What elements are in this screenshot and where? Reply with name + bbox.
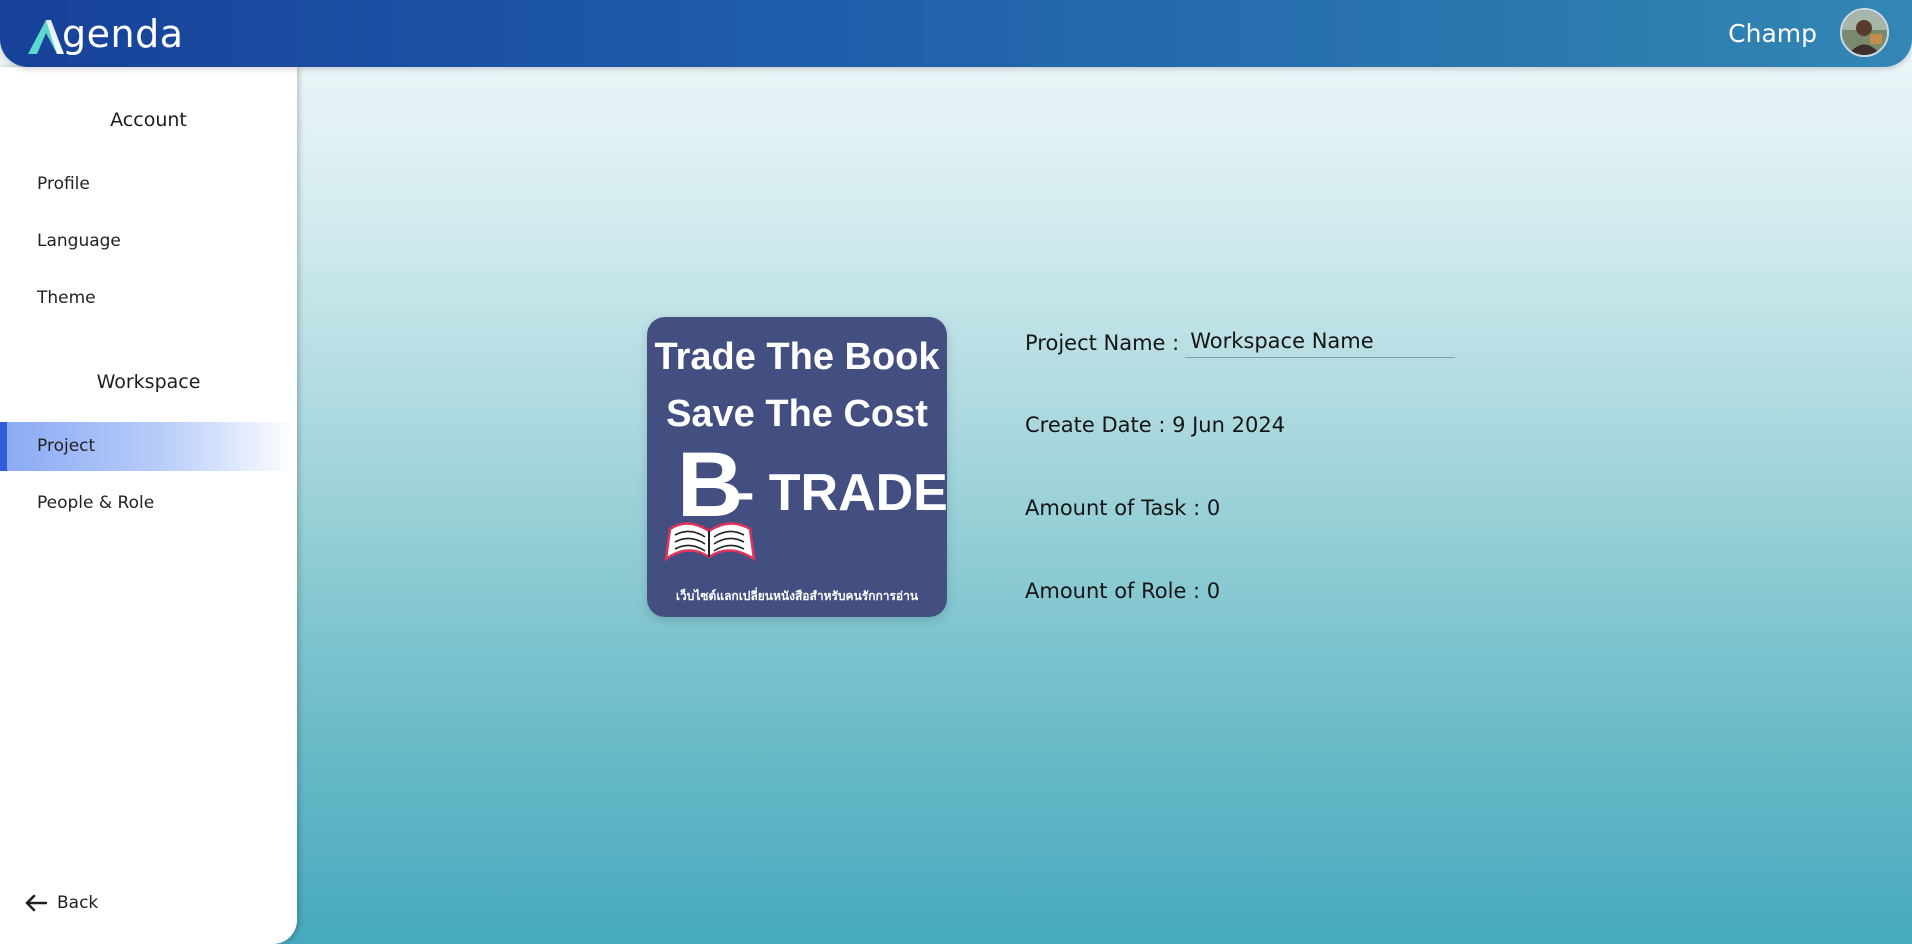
sidebar-item-theme[interactable]: Theme <box>0 274 297 323</box>
project-cover-image[interactable]: Trade The Book Save The Cost B - TRADE เ… <box>647 317 947 617</box>
app-name: genda <box>62 12 184 56</box>
sidebar-item-project[interactable]: Project <box>0 422 297 471</box>
section-title-account: Account <box>110 109 187 131</box>
cover-line-1: Trade The Book <box>654 336 940 378</box>
create-date: Create Date : 9 Jun 2024 <box>1025 413 1286 437</box>
sidebar-item-language[interactable]: Language <box>0 217 297 266</box>
sidebar-item-label: People & Role <box>37 493 155 513</box>
sidebar-item-label: Theme <box>37 288 96 308</box>
back-label: Back <box>57 893 99 913</box>
project-name-input[interactable] <box>1185 326 1456 358</box>
back-button[interactable]: Back <box>25 885 98 921</box>
project-name-label: Project Name : <box>1025 331 1180 355</box>
sidebar-item-profile[interactable]: Profile <box>0 160 297 209</box>
top-app-bar: genda Champ <box>0 0 1912 67</box>
arrow-left-icon <box>25 894 47 912</box>
sidebar-item-people-role[interactable]: People & Role <box>0 479 297 528</box>
user-name[interactable]: Champ <box>1728 18 1817 50</box>
sidebar-item-label: Project <box>37 436 96 456</box>
avatar[interactable] <box>1840 8 1889 57</box>
sidebar-item-label: Profile <box>37 174 90 194</box>
project-name-row: Project Name : <box>1025 326 1456 358</box>
sidebar-item-label: Language <box>37 231 121 251</box>
logo-mark-icon <box>28 20 64 54</box>
app-logo[interactable]: genda <box>26 8 184 56</box>
cover-tagline: เว็บไซต์แลกเปลี่ยนหนังสือสำหรับคนรักการอ… <box>675 589 919 603</box>
settings-sidebar: Account Profile Language Theme Workspace… <box>0 67 297 944</box>
task-count: Amount of Task : 0 <box>1025 496 1221 520</box>
cover-brand-text: - TRADE <box>737 464 947 522</box>
role-count: Amount of Role : 0 <box>1025 579 1221 603</box>
section-title-workspace: Workspace <box>96 371 201 393</box>
open-book-icon <box>664 522 756 562</box>
user-avatar-icon <box>1842 10 1887 55</box>
cover-line-2: Save The Cost <box>666 393 928 435</box>
